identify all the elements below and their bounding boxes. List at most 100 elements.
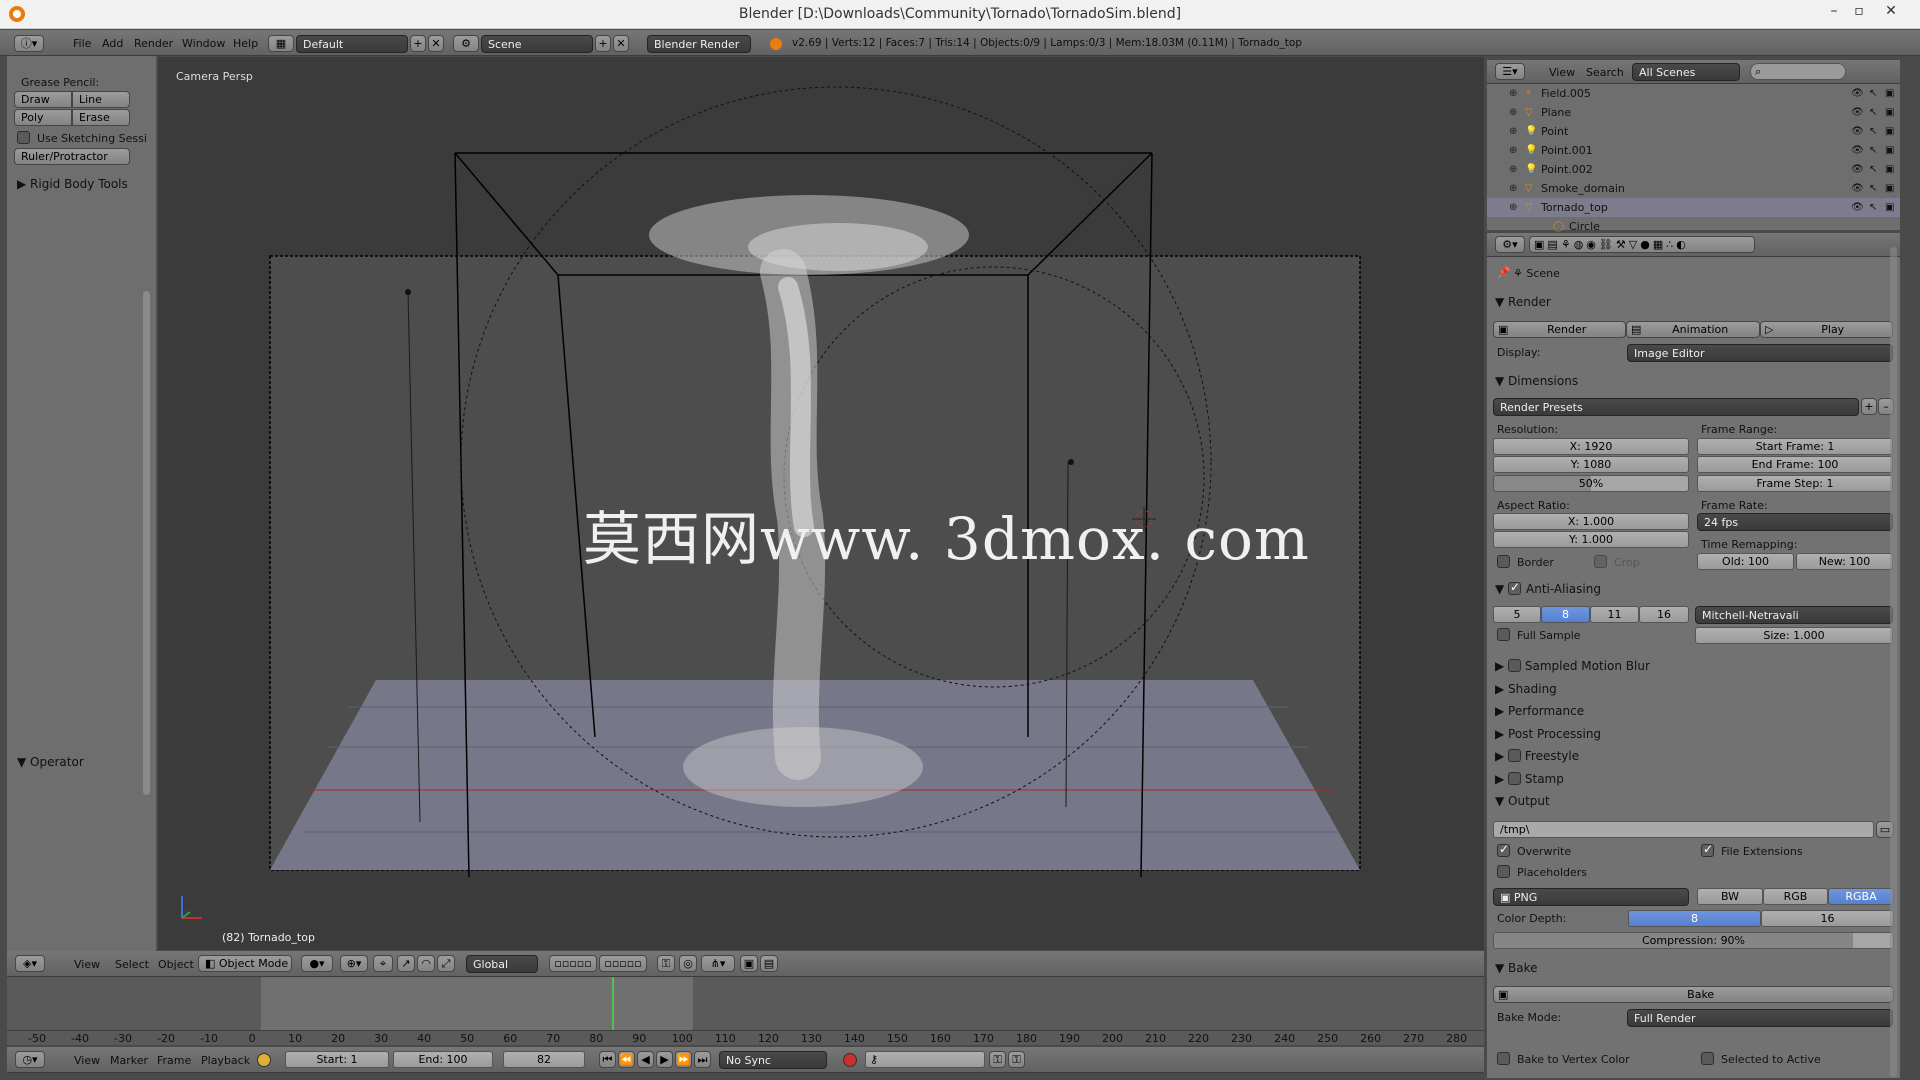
editor-type-timeline-button[interactable]: ◷▾	[15, 1051, 45, 1068]
selectability-arrow-icon[interactable]: ↖	[1869, 84, 1877, 103]
layers-grid-a[interactable]: ▫▫▫▫▫	[549, 955, 597, 972]
minimize-icon[interactable]: –	[1823, 3, 1845, 19]
visibility-eye-icon[interactable]: 👁	[1851, 84, 1864, 103]
timeline-menu-marker[interactable]: Marker	[110, 1054, 148, 1067]
menu-render[interactable]: Render	[134, 37, 173, 50]
expand-icon[interactable]: ⊕	[1509, 179, 1517, 198]
outliner-item[interactable]: ⊕ 💡 Point.001 👁 ↖ ▣	[1487, 141, 1900, 160]
pivot-point-button[interactable]: ⊕▾	[340, 955, 368, 972]
outliner-item[interactable]: ⊕ ▽ Tornado_top 👁 ↖ ▣	[1487, 198, 1900, 217]
render-camera-icon[interactable]: ▣	[1885, 160, 1894, 179]
animation-button[interactable]: ▤ Animation	[1626, 321, 1760, 338]
timeline-menu-playback[interactable]: Playback	[201, 1054, 250, 1067]
dimensions-panel-header[interactable]: ▼ Dimensions	[1495, 374, 1578, 388]
performance-panel[interactable]: ▶ Performance	[1495, 704, 1584, 718]
scene-tab-icon[interactable]: ⚘	[1561, 238, 1574, 251]
bake-button[interactable]: ▣ Bake	[1493, 986, 1894, 1003]
freestyle-checkbox[interactable]	[1508, 749, 1522, 762]
lock-camera-button[interactable]: ⚿	[657, 955, 675, 972]
object-mode-select[interactable]: ◧ Object Mode	[198, 955, 292, 972]
keying-set-field[interactable]: ⚷	[865, 1051, 985, 1068]
output-panel-header[interactable]: ▼ Output	[1495, 794, 1550, 808]
viewport-shading-button[interactable]: ●▾	[301, 955, 333, 972]
menu-file[interactable]: File	[73, 37, 91, 50]
jump-start-button[interactable]: ⏮	[599, 1051, 616, 1068]
sync-mode-select[interactable]: No Sync	[719, 1051, 827, 1069]
properties-scrollbar[interactable]	[1890, 247, 1897, 1077]
expand-icon[interactable]: ⊕	[1509, 141, 1517, 160]
layout-select[interactable]: Default	[296, 35, 408, 53]
color-depth-16-button[interactable]: 16	[1761, 910, 1894, 927]
opengl-anim-button[interactable]: ▤	[760, 955, 778, 972]
opengl-render-button[interactable]: ▣	[740, 955, 758, 972]
display-select[interactable]: Image Editor	[1627, 344, 1893, 362]
anti-aliasing-checkbox[interactable]	[1508, 580, 1521, 595]
render-button[interactable]: ▣ Render	[1493, 321, 1626, 338]
preview-range-icon[interactable]	[257, 1053, 271, 1067]
placeholders-checkbox[interactable]	[1497, 865, 1510, 878]
play-render-button[interactable]: ▷ Play	[1760, 321, 1893, 338]
stamp-checkbox[interactable]	[1508, 772, 1522, 785]
jump-keyframe-forward-button[interactable]: ⏩	[675, 1051, 692, 1068]
maximize-icon[interactable]: ▫	[1848, 3, 1870, 19]
render-engine-select[interactable]: Blender Render	[647, 35, 751, 53]
render-layers-tab-icon[interactable]: ▤	[1547, 238, 1560, 251]
render-camera-icon[interactable]: ▣	[1885, 122, 1894, 141]
expand-icon[interactable]: ⊕	[1509, 198, 1517, 217]
render-tab-icon[interactable]: ▣	[1534, 238, 1547, 251]
outliner-item[interactable]: ⊕ 💡 Point 👁 ↖ ▣	[1487, 122, 1900, 141]
outliner-item[interactable]: ⊕ ⚡ Field.005 👁 ↖ ▣	[1487, 84, 1900, 103]
menu-help[interactable]: Help	[233, 37, 258, 50]
editor-type-properties-button[interactable]: ⚙▾	[1495, 236, 1525, 253]
resolution-x-field[interactable]: X: 1920	[1493, 438, 1689, 455]
selected-to-active-checkbox[interactable]	[1701, 1052, 1714, 1065]
render-camera-icon[interactable]: ▣	[1885, 179, 1894, 198]
selectability-arrow-icon[interactable]: ↖	[1869, 179, 1877, 198]
play-button[interactable]: ▶	[656, 1051, 673, 1068]
aspect-x-field[interactable]: X: 1.000	[1493, 513, 1689, 530]
scene-type-button[interactable]: ⚙	[453, 35, 479, 52]
bake-mode-select[interactable]: Full Render	[1627, 1009, 1893, 1027]
outliner-item[interactable]: ⊕ ▽ Smoke_domain 👁 ↖ ▣	[1487, 179, 1900, 198]
outliner-menu-view[interactable]: View	[1549, 66, 1575, 79]
visibility-eye-icon[interactable]: 👁	[1851, 103, 1864, 122]
end-frame-field[interactable]: End: 100	[393, 1051, 493, 1068]
proportional-edit-button[interactable]: ◎	[679, 955, 697, 972]
color-rgb-button[interactable]: RGB	[1763, 888, 1828, 905]
shading-panel[interactable]: ▶ Shading	[1495, 682, 1557, 696]
properties-context-tabs[interactable]: ▣▤⚘◍◉⛓⚒▽●▦∴◐	[1529, 236, 1755, 253]
time-remap-new-field[interactable]: New: 100	[1796, 553, 1893, 570]
stamp-panel[interactable]: ▶ Stamp	[1495, 772, 1564, 786]
render-panel-header[interactable]: ▼ Render	[1495, 295, 1551, 309]
layers-grid-b[interactable]: ▫▫▫▫▫	[599, 955, 647, 972]
visibility-eye-icon[interactable]: 👁	[1851, 122, 1864, 141]
outliner-menu-search[interactable]: Search	[1586, 66, 1624, 79]
start-frame-field[interactable]: Start: 1	[285, 1051, 389, 1068]
menu-window[interactable]: Window	[182, 37, 225, 50]
frame-step-field[interactable]: Frame Step: 1	[1697, 475, 1893, 492]
keying-insert-button[interactable]: ⚿	[989, 1051, 1006, 1068]
physics-tab-icon[interactable]: ◐	[1676, 238, 1689, 251]
sampled-motion-blur-panel[interactable]: ▶ Sampled Motion Blur	[1495, 659, 1650, 673]
modifiers-tab-icon[interactable]: ⚒	[1616, 238, 1629, 251]
rigid-body-tools-panel[interactable]: ▶ Rigid Body Tools	[17, 177, 128, 191]
layout-type-button[interactable]: ▦	[268, 35, 294, 52]
texture-tab-icon[interactable]: ▦	[1653, 238, 1666, 251]
grease-erase-button[interactable]: Erase	[72, 109, 130, 126]
post-processing-panel[interactable]: ▶ Post Processing	[1495, 727, 1601, 741]
translate-manipulator-button[interactable]: ↗	[397, 955, 415, 972]
visibility-eye-icon[interactable]: 👁	[1851, 160, 1864, 179]
ruler-protractor-button[interactable]: Ruler/Protractor	[14, 148, 130, 165]
aa-samples-5-button[interactable]: 5	[1493, 606, 1541, 623]
full-sample-checkbox[interactable]	[1497, 628, 1510, 641]
object-tab-icon[interactable]: ◉	[1586, 238, 1599, 251]
current-frame-field[interactable]: 82	[503, 1051, 585, 1068]
material-tab-icon[interactable]: ●	[1640, 238, 1653, 251]
overwrite-checkbox[interactable]	[1497, 842, 1510, 857]
visibility-eye-icon[interactable]: 👁	[1851, 179, 1864, 198]
bake-vertex-color-checkbox[interactable]	[1497, 1052, 1510, 1065]
outliner[interactable]: ⊕ ⚡ Field.005 👁 ↖ ▣ ⊕ ▽ Plane 👁 ↖ ▣ ⊕ 💡 Point 👁 ↖ ▣ ⊕ 💡 Poin…	[1487, 84, 1900, 233]
editor-type-info-button[interactable]: ⓘ▾	[14, 35, 44, 52]
aa-samples-8-button[interactable]: 8	[1541, 606, 1590, 623]
timeline-area[interactable]: -50 -40 -30 -20 -10 0 10 20 30 40 50 60 70 80 90 100 110…	[7, 977, 1484, 1045]
